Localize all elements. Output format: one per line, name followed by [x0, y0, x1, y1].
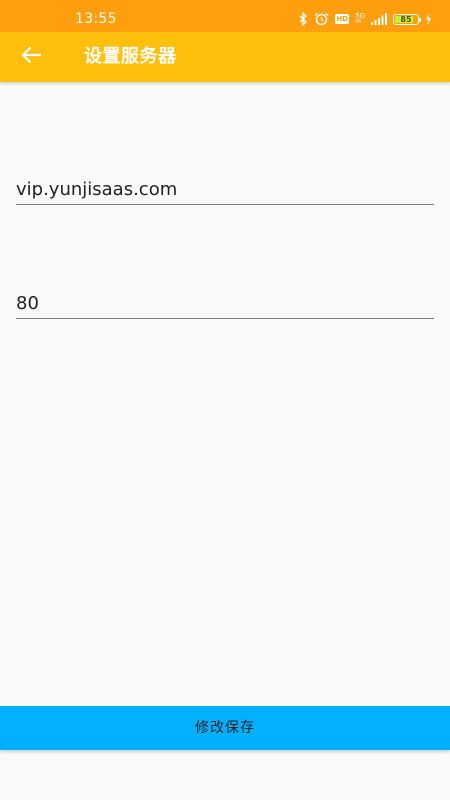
app-bar: 设置服务器	[0, 32, 450, 82]
server-port-input[interactable]	[16, 290, 434, 318]
hd-icon: HD	[335, 11, 350, 27]
battery-icon: 85	[393, 11, 421, 27]
page-title: 设置服务器	[84, 46, 177, 67]
charging-icon	[425, 11, 432, 27]
hd-label: HD	[335, 14, 350, 24]
server-host-input[interactable]	[16, 176, 434, 204]
server-host-field[interactable]	[16, 176, 434, 205]
back-button[interactable]	[14, 43, 48, 71]
5g-icon: 5G 46	[355, 11, 365, 27]
status-icons: HD 5G 46 85	[299, 10, 432, 28]
alarm-icon	[314, 11, 329, 27]
signal-icon	[371, 11, 387, 27]
server-port-field[interactable]	[16, 290, 434, 319]
arrow-left-icon	[21, 46, 42, 68]
network-sub-label: 46	[355, 19, 362, 25]
status-bar: 13:55 HD 5G 46 85	[0, 0, 450, 32]
save-button[interactable]: 修改保存	[0, 706, 450, 750]
bluetooth-icon	[299, 11, 308, 27]
battery-level: 85	[400, 14, 412, 24]
status-time: 13:55	[75, 11, 117, 27]
